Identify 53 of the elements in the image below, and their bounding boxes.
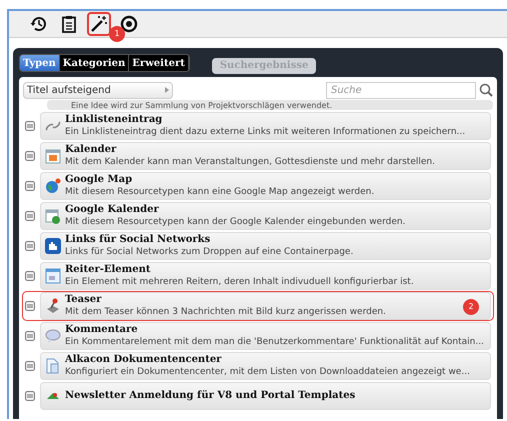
- step-badge: 1: [109, 26, 125, 42]
- item-title: Google Map: [65, 174, 134, 186]
- document-icon: [45, 358, 61, 374]
- item-description: Mit diesem Resourcetypen kann der Google Kalender eingebunden werden.: [65, 216, 406, 228]
- item-description: Ein Kommentarelement mit dem man die 'Benutzerkommentare' Funktionalität auf Kontain...: [65, 336, 484, 348]
- drag-handle-icon[interactable]: [25, 301, 35, 311]
- list-item[interactable]: Eine Idee wird zur Sammlung von Projektvorschlägen verwendet.: [47, 100, 493, 110]
- drag-handle-icon[interactable]: [25, 181, 35, 191]
- window-icon: [45, 268, 61, 284]
- link-icon: [45, 119, 61, 133]
- drag-handle-icon[interactable]: [25, 151, 35, 161]
- pin-icon: [45, 298, 61, 314]
- item-description: Mit dem Teaser können 3 Nachrichten mit Bild kurz angerissen werden.: [65, 306, 386, 318]
- search-field[interactable]: Suche: [326, 82, 476, 98]
- item-description: Eine Idee wird zur Sammlung von Projektvorschlägen verwendet.: [71, 100, 332, 110]
- globe-icon: [45, 178, 61, 194]
- caret-icon: [165, 87, 169, 93]
- drag-handle-icon[interactable]: [25, 121, 35, 131]
- item-title: Google Kalender: [65, 204, 160, 216]
- tab[interactable]: Erweitert: [129, 55, 189, 71]
- drag-handle-icon[interactable]: [25, 331, 35, 341]
- item-title: Teaser: [65, 294, 102, 306]
- calendar-globe-icon: [45, 208, 61, 224]
- tab[interactable]: Kategorien: [60, 55, 130, 71]
- item-title: Kalender: [65, 144, 118, 156]
- magic-wand-icon: [90, 15, 108, 33]
- search-icon[interactable]: [479, 83, 493, 97]
- drag-handle-icon[interactable]: [25, 241, 35, 251]
- item-title: Newsletter Anmeldung für V8 und Portal Templates: [65, 390, 356, 402]
- item-description: Konfiguriert ein Dokumentencenter, mit dem Listen von Downloaddateien angezeigt we...: [65, 366, 470, 378]
- item-description: Mit diesem Resourcetypen kann eine Google Map angezeigt werden.: [65, 186, 374, 198]
- item-title: Linklisteneintrag: [65, 114, 164, 126]
- drag-handle-icon[interactable]: [25, 391, 35, 401]
- item-title: Links für Social Networks: [65, 234, 212, 246]
- item-description: Ein Linklisteneintrag dient dazu externe Links mit weiteren Informationen zu speichern...: [65, 126, 466, 138]
- sort-value: Titel aufsteigend: [27, 84, 111, 98]
- item-title: Kommentare: [65, 324, 139, 336]
- speech-bubble-icon: [45, 328, 61, 344]
- history-icon: [30, 15, 48, 33]
- calendar-icon: [45, 148, 61, 164]
- item-title: Reiter-Element: [65, 264, 152, 276]
- item-description: Ein Element mit mehreren Reitern, deren Inhalt indivuduell konfigurierbar ist.: [65, 276, 414, 288]
- drag-handle-icon[interactable]: [25, 211, 35, 221]
- list-item-row[interactable]: Teaser Mit dem Teaser können 3 Nachrichten mit Bild kurz angerissen werden. 2: [23, 292, 493, 320]
- item-description: Links für Social Networks zum Droppen auf eine Containerpage.: [65, 246, 354, 258]
- drag-handle-icon[interactable]: [25, 361, 35, 371]
- sort-dropdown[interactable]: Titel aufsteigend: [23, 82, 173, 98]
- target-icon: [120, 15, 138, 33]
- drag-handle-icon[interactable]: [25, 271, 35, 281]
- item-description: Mit dem Kalender kann man Veranstaltungen, Gottesdienste und mehr darstellen.: [65, 156, 435, 168]
- tab[interactable]: Typen: [20, 55, 60, 71]
- item-title: Alkacon Dokumentencenter: [65, 354, 222, 366]
- clipboard-icon: [61, 15, 77, 33]
